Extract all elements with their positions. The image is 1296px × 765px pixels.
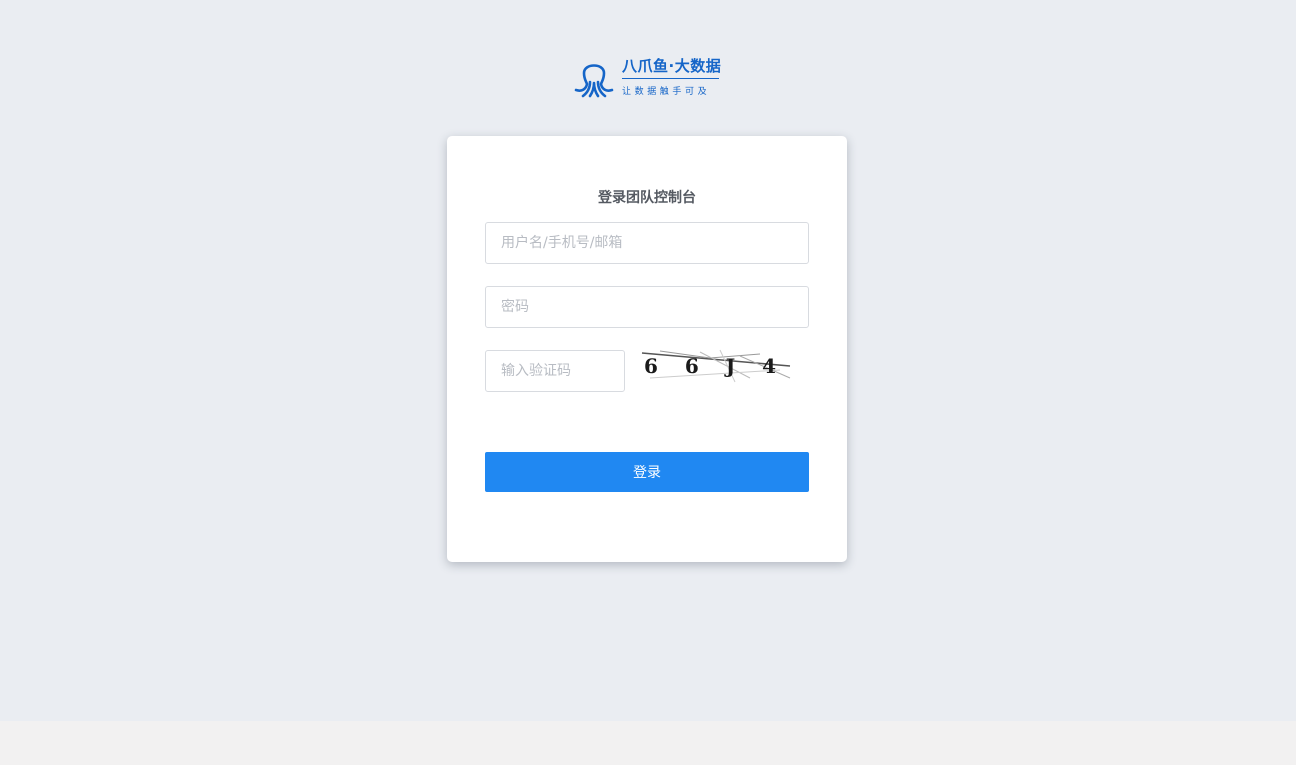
brand-name: 八爪鱼·大数据	[622, 57, 722, 75]
brand-slogan: 让数据触手可及	[622, 87, 711, 97]
password-input[interactable]	[485, 286, 809, 328]
octopus-icon	[574, 64, 614, 98]
username-input[interactable]	[485, 222, 809, 264]
brand-logo: 八爪鱼·大数据 让数据触手可及	[572, 54, 722, 98]
login-title: 登录团队控制台	[598, 190, 696, 206]
captcha-image[interactable]: 6 6 J 4	[640, 348, 796, 384]
login-card: 登录团队控制台 6 6 J 4 登录	[447, 136, 847, 562]
captcha-code: 6 6 J 4	[644, 354, 787, 378]
login-button[interactable]: 登录	[485, 452, 809, 492]
captcha-input[interactable]	[485, 350, 625, 392]
login-page-background: 八爪鱼·大数据 让数据触手可及 登录团队控制台 6 6 J 4 登录	[0, 0, 1296, 721]
brand-divider	[622, 78, 719, 79]
